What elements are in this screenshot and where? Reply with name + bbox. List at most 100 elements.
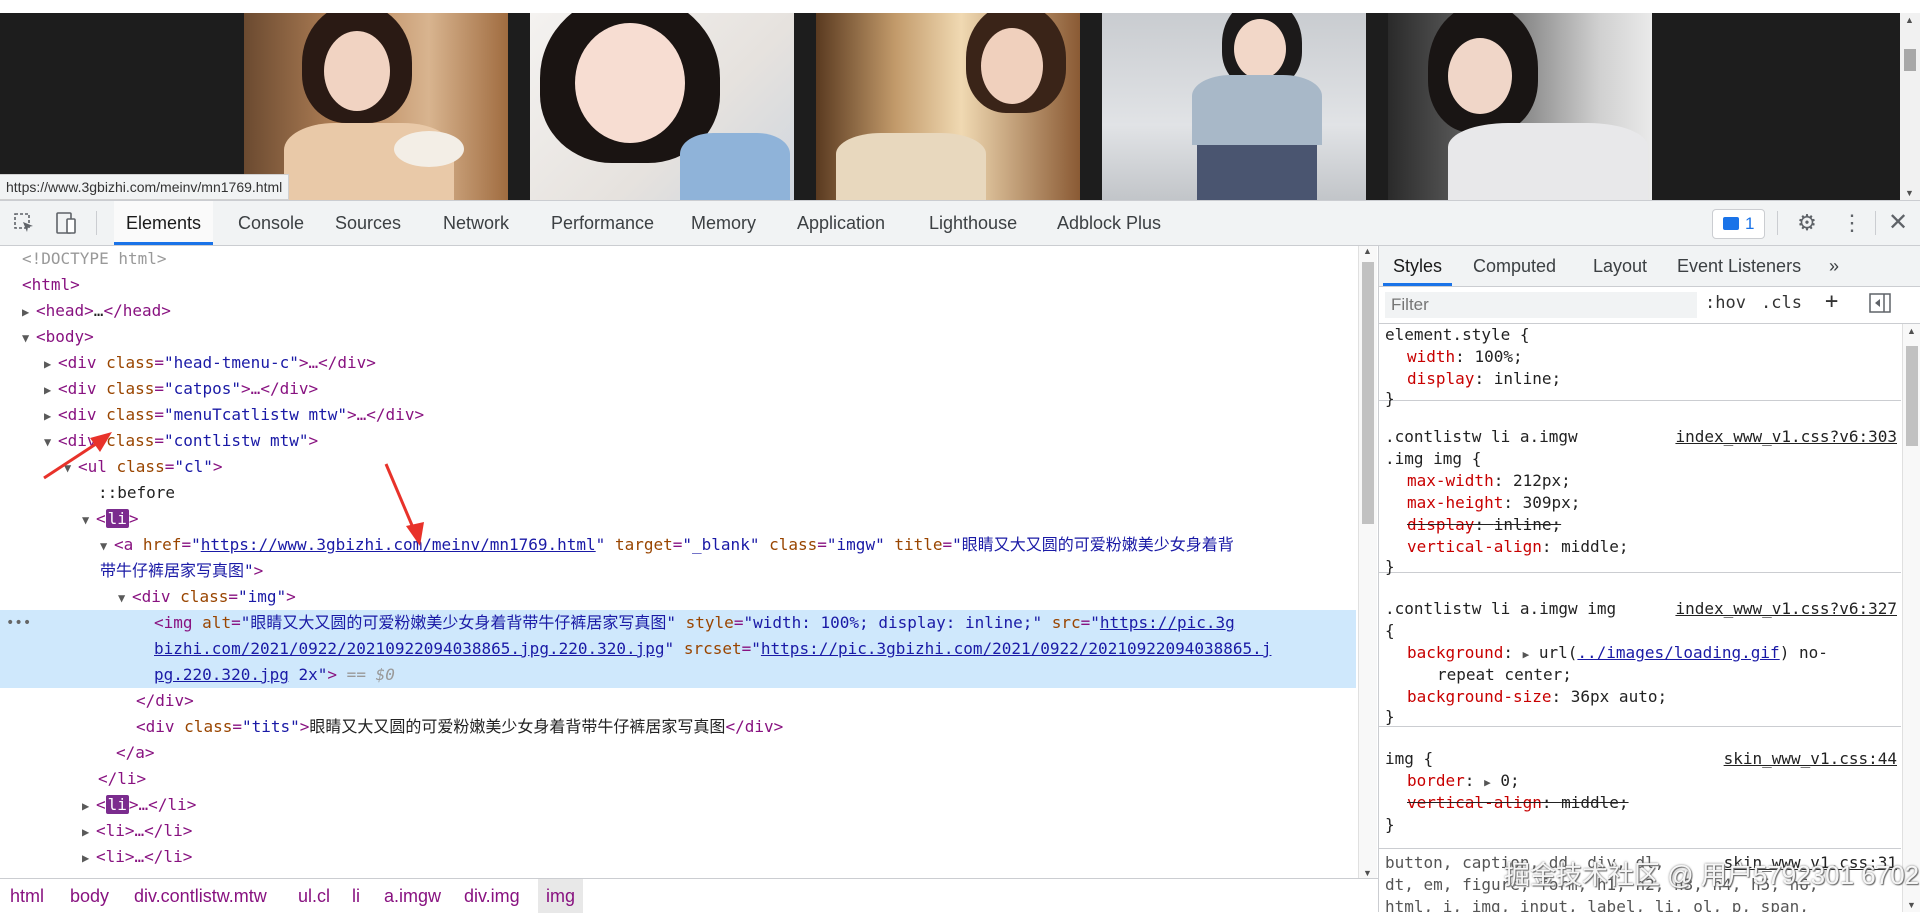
style-rule[interactable]: .contlistw li a.imgw index_www_v1.css?v6… — [1379, 426, 1901, 576]
style-property-overridden[interactable]: vertical-align: middle; — [1407, 792, 1629, 814]
srcset-link[interactable]: pg.220.320.jpg — [154, 665, 289, 684]
scroll-down-icon[interactable]: ▼ — [1905, 188, 1914, 198]
dom-line[interactable]: ▶<li>…</li> — [0, 844, 1356, 870]
thumbnail-1[interactable] — [244, 13, 508, 200]
dom-line-selected[interactable]: pg.220.320.jpg 2x"> == $0 — [0, 662, 1356, 688]
style-rule[interactable]: .contlistw li a.imgw img index_www_v1.cs… — [1379, 598, 1901, 727]
sidebar-toggle-icon[interactable] — [1869, 293, 1891, 318]
dom-line[interactable]: <!DOCTYPE html> — [0, 246, 1356, 272]
url-link[interactable]: ../images/loading.gif — [1577, 643, 1779, 662]
styles-filter-input[interactable] — [1385, 292, 1697, 318]
style-property[interactable]: vertical-align: middle; — [1407, 536, 1629, 558]
src-link[interactable]: bizhi.com/2021/0922/20210922094038865.jp… — [154, 639, 665, 658]
breadcrumb-item[interactable]: div.img — [464, 879, 520, 913]
breadcrumb-item-active[interactable]: img — [538, 879, 584, 913]
style-property[interactable]: background-size: 36px auto; — [1407, 686, 1667, 708]
scroll-up-icon[interactable]: ▲ — [1905, 15, 1914, 25]
style-property[interactable]: border: ▶ 0; — [1407, 770, 1520, 792]
dom-line[interactable]: ▶<li>…</li> — [0, 818, 1356, 844]
dom-line[interactable]: <div class="tits">眼睛又大又圆的可爱粉嫩美少女身着背带牛仔裤居… — [0, 714, 1356, 740]
dom-line[interactable]: ▼ <div class="contlistw mtw"> — [0, 428, 1356, 454]
dom-line[interactable]: ▼ <body> — [0, 324, 1356, 350]
dom-line[interactable]: <html> — [0, 272, 1356, 298]
collapse-arrow-icon[interactable]: ▼ — [100, 533, 114, 559]
breadcrumb-item[interactable]: html — [10, 879, 44, 913]
more-dots-icon[interactable]: ••• — [6, 610, 31, 636]
breadcrumb-item[interactable]: ul.cl — [298, 879, 330, 913]
thumbnail-4[interactable] — [1102, 13, 1366, 200]
elements-scrollbar[interactable]: ▲ ▼ — [1358, 246, 1377, 878]
style-property[interactable]: max-width: 212px; — [1407, 470, 1571, 492]
dom-line-selected[interactable]: ••• <img alt="眼睛又大又圆的可爱粉嫩美少女身着背带牛仔裤居家写真图"… — [0, 610, 1356, 636]
gear-icon[interactable]: ⚙ — [1795, 211, 1819, 235]
style-rule[interactable]: img { skin_www_v1.css:44 border: ▶ 0; ve… — [1379, 748, 1901, 849]
tab-styles[interactable]: Styles — [1383, 246, 1453, 286]
dom-line[interactable]: ▶ <div class="menuTcatlistw mtw">…</div> — [0, 402, 1356, 428]
scroll-up-icon[interactable]: ▲ — [1363, 246, 1372, 256]
srcset-link[interactable]: https://pic.3gbizhi.com/2021/0922/202109… — [761, 639, 1272, 658]
more-tabs-icon[interactable]: » — [1819, 246, 1849, 286]
dom-line[interactable]: 带牛仔裤居家写真图"> — [0, 558, 1356, 584]
page-scrollbar-thumb[interactable] — [1904, 49, 1916, 71]
thumbnail-5[interactable] — [1388, 13, 1652, 200]
breadcrumb-item[interactable]: a.imgw — [384, 879, 441, 913]
expand-arrow-icon[interactable]: ▶ — [44, 351, 58, 377]
tab-console[interactable]: Console — [226, 201, 316, 245]
close-icon[interactable]: ✕ — [1886, 211, 1910, 235]
tab-application[interactable]: Application — [785, 201, 897, 245]
tab-network[interactable]: Network — [431, 201, 521, 245]
scroll-up-icon[interactable]: ▲ — [1907, 326, 1916, 336]
dom-line[interactable]: ▼ <div class="img"> — [0, 584, 1356, 610]
device-toggle-icon[interactable] — [54, 211, 78, 235]
breadcrumb-item[interactable]: div.contlistw.mtw — [134, 879, 267, 913]
collapse-arrow-icon[interactable]: ▼ — [82, 507, 96, 533]
dom-line-selected[interactable]: bizhi.com/2021/0922/20210922094038865.jp… — [0, 636, 1356, 662]
expand-arrow-icon[interactable]: ▶ — [82, 793, 96, 819]
collapse-arrow-icon[interactable]: ▼ — [22, 325, 36, 351]
class-toggle[interactable]: .cls — [1761, 293, 1802, 313]
styles-scrollbar[interactable]: ▲ ▼ — [1902, 324, 1920, 912]
style-rule-element[interactable]: element.style { width: 100%; display: in… — [1379, 324, 1901, 408]
dom-line[interactable]: ::before — [0, 480, 1356, 506]
rule-source-link[interactable]: skin_www_v1.css:44 — [1724, 748, 1897, 770]
style-property[interactable]: max-height: 309px; — [1407, 492, 1580, 514]
elements-dom-tree[interactable]: <!DOCTYPE html> <html> ▶ <head>…</head> ▼… — [0, 246, 1356, 878]
kebab-icon[interactable]: ⋮ — [1840, 211, 1864, 235]
thumbnail-3[interactable] — [816, 13, 1080, 200]
tab-elements[interactable]: Elements — [114, 201, 214, 245]
style-property[interactable]: width: 100%; — [1407, 346, 1523, 368]
elements-scrollbar-thumb[interactable] — [1362, 262, 1374, 524]
scroll-down-icon[interactable]: ▼ — [1907, 900, 1916, 910]
tab-lighthouse[interactable]: Lighthouse — [917, 201, 1029, 245]
dom-line[interactable]: ▶ <head>…</head> — [0, 298, 1356, 324]
hover-state-toggle[interactable]: :hov — [1705, 293, 1746, 313]
tab-adblock-plus[interactable]: Adblock Plus — [1045, 201, 1173, 245]
tab-event-listeners[interactable]: Event Listeners — [1667, 246, 1811, 286]
issues-button[interactable]: 1 — [1712, 209, 1766, 239]
tab-computed[interactable]: Computed — [1463, 246, 1566, 286]
style-property[interactable]: background: ▶ url(../images/loading.gif)… — [1407, 642, 1828, 664]
expand-arrow-icon[interactable]: ▶ — [22, 299, 36, 325]
dom-line[interactable]: </a> — [0, 740, 1356, 766]
dom-line[interactable]: </li> — [0, 766, 1356, 792]
tab-memory[interactable]: Memory — [679, 201, 768, 245]
new-rule-button[interactable]: + — [1825, 289, 1838, 314]
scroll-down-icon[interactable]: ▼ — [1363, 868, 1372, 878]
expand-arrow-icon[interactable]: ▶ — [82, 819, 96, 845]
dom-line[interactable]: ▶ <div class="catpos">…</div> — [0, 376, 1356, 402]
expand-arrow-icon[interactable]: ▶ — [82, 845, 96, 871]
dom-line[interactable]: ▼ <ul class="cl"> — [0, 454, 1356, 480]
dom-line[interactable]: ▼ <a href="https://www.3gbizhi.com/meinv/… — [0, 532, 1356, 558]
dom-line[interactable]: ▼ < li > — [0, 506, 1356, 532]
breadcrumb-item[interactable]: body — [70, 879, 109, 913]
breadcrumb-item[interactable]: li — [352, 879, 360, 913]
tab-performance[interactable]: Performance — [539, 201, 666, 245]
expand-arrow-icon[interactable]: ▶ — [44, 377, 58, 403]
page-scrollbar[interactable]: ▲ ▼ — [1900, 13, 1920, 200]
collapse-arrow-icon[interactable]: ▼ — [118, 585, 132, 611]
dom-line[interactable]: ▶ <div class="head-tmenu-c">…</div> — [0, 350, 1356, 376]
style-property-overridden[interactable]: display: inline; — [1407, 514, 1561, 536]
styles-scrollbar-thumb[interactable] — [1906, 346, 1918, 446]
tab-layout[interactable]: Layout — [1583, 246, 1657, 286]
src-link[interactable]: https://pic.3g — [1100, 613, 1235, 632]
